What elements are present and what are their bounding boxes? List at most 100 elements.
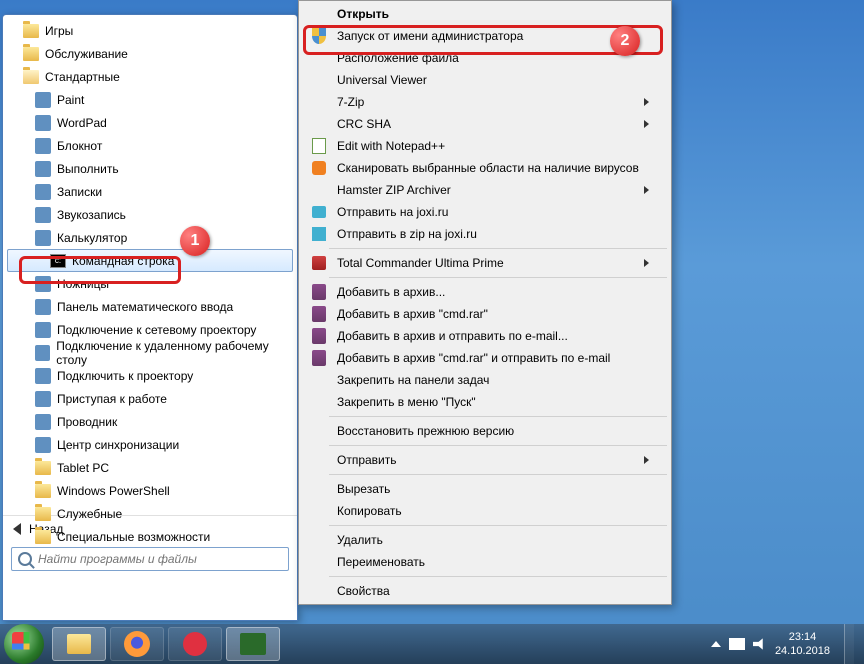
context-menu-item[interactable]: Hamster ZIP Archiver [301,179,669,201]
start-item[interactable]: Игры [3,19,297,42]
context-menu-item[interactable]: Universal Viewer [301,69,669,91]
menu-separator [329,416,667,417]
start-item[interactable]: Подключить к проектору [3,364,297,387]
tray-show-hidden-icon[interactable] [711,641,721,647]
folder-icon [35,507,51,521]
start-item[interactable]: Звукозапись [3,203,297,226]
app-icon [35,391,51,407]
submenu-arrow-icon [644,259,649,267]
start-item[interactable]: c:Командная строка [7,249,293,272]
search-input[interactable] [38,552,282,566]
tray-time: 23:14 [775,630,830,644]
start-item[interactable]: Ножницы [3,272,297,295]
context-menu-item[interactable]: Открыть [301,3,669,25]
context-menu-item[interactable]: Отправить в zip на joxi.ru [301,223,669,245]
start-button[interactable] [4,624,44,664]
start-item-label: Обслуживание [45,47,128,61]
explorer-icon [67,634,91,654]
menu-icon-slot [309,227,329,241]
menu-separator [329,525,667,526]
folder-icon [35,530,51,544]
tc-icon [312,256,326,270]
context-menu-item[interactable]: Сканировать выбранные области на наличие… [301,157,669,179]
volume-icon[interactable] [753,637,767,651]
taskbar-firefox[interactable] [110,627,164,661]
context-menu-label: Закрепить в меню "Пуск" [337,395,649,409]
joxi-zip-icon [312,227,326,241]
start-item[interactable]: Панель математического ввода [3,295,297,318]
context-menu-label: CRC SHA [337,117,636,131]
menu-icon-slot [309,256,329,270]
context-menu-item[interactable]: Отправить на joxi.ru [301,201,669,223]
start-item[interactable]: WordPad [3,111,297,134]
start-item[interactable]: Записки [3,180,297,203]
app-icon [35,299,51,315]
context-menu-label: Отправить на joxi.ru [337,205,649,219]
context-menu-item[interactable]: Добавить в архив "cmd.rar" [301,303,669,325]
start-item[interactable]: Калькулятор [3,226,297,249]
context-menu-item[interactable]: Закрепить на панели задач [301,369,669,391]
start-menu-panel: Игры Обслуживание СтандартныеPaintWordPadБ… [2,14,298,621]
context-menu-label: Вырезать [337,482,649,496]
start-item[interactable]: Tablet PC [3,456,297,479]
start-item-label: Панель математического ввода [57,300,233,314]
winrar-icon [312,306,326,322]
start-item[interactable]: Обслуживание [3,42,297,65]
action-center-icon[interactable] [729,638,745,650]
start-item[interactable]: Выполнить [3,157,297,180]
context-menu-label: Расположение файла [337,51,649,65]
context-menu-item[interactable]: Восстановить прежнюю версию [301,420,669,442]
menu-icon-slot [309,206,329,218]
context-menu-item[interactable]: Копировать [301,500,669,522]
menu-icon-slot [309,28,329,44]
context-menu-label: Добавить в архив "cmd.rar" [337,307,649,321]
app-icon [35,161,51,177]
context-menu-item[interactable]: Добавить в архив... [301,281,669,303]
start-item-label: Подключение к сетевому проектору [57,323,256,337]
context-menu-label: Universal Viewer [337,73,649,87]
context-menu-item[interactable]: 7-Zip [301,91,669,113]
search-box[interactable] [11,547,289,571]
taskbar-app-green[interactable] [226,627,280,661]
taskbar-explorer[interactable] [52,627,106,661]
submenu-arrow-icon [644,456,649,464]
context-menu-item[interactable]: Отправить [301,449,669,471]
cmd-icon: c: [50,254,66,268]
start-item[interactable]: Стандартные [3,65,297,88]
context-menu-label: Удалить [337,533,649,547]
joxi-icon [312,206,326,218]
tray-clock[interactable]: 23:14 24.10.2018 [775,630,830,658]
context-menu-label: Отправить [337,453,636,467]
start-item[interactable]: Блокнот [3,134,297,157]
taskbar-opera[interactable] [168,627,222,661]
folder-icon [23,47,39,61]
app-icon [35,138,51,154]
app-icon [35,230,51,246]
context-menu-item[interactable]: Вырезать [301,478,669,500]
context-menu-item[interactable]: Добавить в архив "cmd.rar" и отправить п… [301,347,669,369]
context-menu-item[interactable]: Запуск от имени администратора [301,25,669,47]
context-menu-item[interactable]: Свойства [301,580,669,602]
start-item[interactable]: Центр синхронизации [3,433,297,456]
context-menu-item[interactable]: Удалить [301,529,669,551]
context-menu-item[interactable]: Переименовать [301,551,669,573]
start-item[interactable]: Проводник [3,410,297,433]
folder-icon [35,461,51,475]
context-menu-label: Запуск от имени администратора [337,29,649,43]
menu-separator [329,277,667,278]
context-menu-item[interactable]: Расположение файла [301,47,669,69]
winrar-icon [312,284,326,300]
context-menu-item[interactable]: Закрепить в меню "Пуск" [301,391,669,413]
context-menu-label: Добавить в архив... [337,285,649,299]
start-item[interactable]: Paint [3,88,297,111]
context-menu-item[interactable]: Edit with Notepad++ [301,135,669,157]
start-item[interactable]: Windows PowerShell [3,479,297,502]
context-menu-item[interactable]: Total Commander Ultima Prime [301,252,669,274]
show-desktop-button[interactable] [844,624,854,664]
winrar-icon [312,328,326,344]
context-menu-item[interactable]: Добавить в архив и отправить по e-mail..… [301,325,669,347]
start-item[interactable]: Подключение к удаленному рабочему столу [3,341,297,364]
context-menu-label: Копировать [337,504,649,518]
start-item[interactable]: Приступая к работе [3,387,297,410]
context-menu-item[interactable]: CRC SHA [301,113,669,135]
